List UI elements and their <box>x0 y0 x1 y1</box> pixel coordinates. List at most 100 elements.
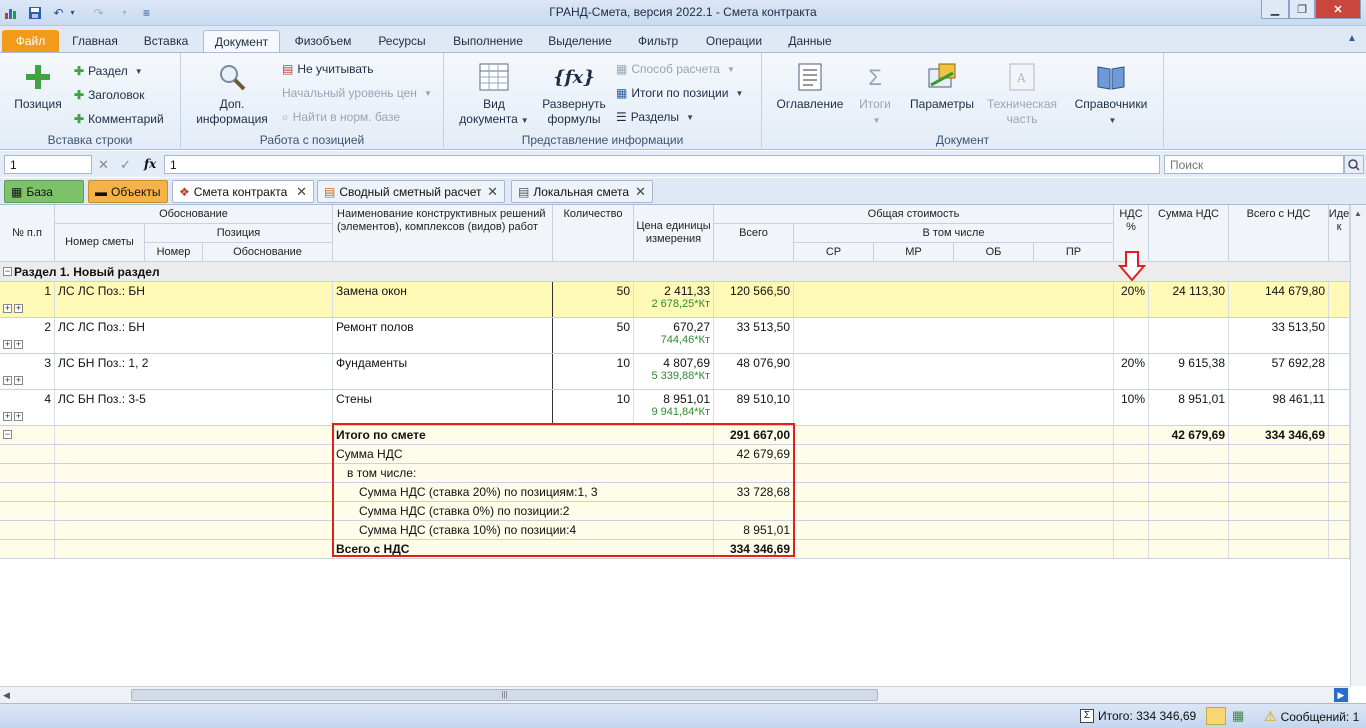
close-tab-icon[interactable]: ✕ <box>296 184 307 200</box>
cell-vat_sum[interactable]: 24 113,30 <box>1149 282 1229 317</box>
expand-icon[interactable]: + <box>14 412 23 421</box>
col-num-header[interactable]: № п.п <box>0 205 55 262</box>
cell-total[interactable]: 120 566,50 <box>714 282 794 317</box>
cell-empty[interactable] <box>1329 390 1350 425</box>
close-tab-icon[interactable]: ✕ <box>487 184 498 200</box>
cell-est[interactable]: ЛС БН Поз.: 1, 2 <box>55 354 333 389</box>
sections-button[interactable]: ☰ Разделы ▼ <box>616 107 694 127</box>
scroll-thumb[interactable]: ||| <box>131 689 878 701</box>
tab-insert[interactable]: Вставка <box>134 30 198 52</box>
tab-objects[interactable]: ▬ Объекты <box>88 180 168 203</box>
cell-name[interactable]: Стены <box>333 390 553 425</box>
cell-price[interactable]: 670,27 744,46*Кт <box>634 318 714 353</box>
expand-icon[interactable]: + <box>14 304 23 313</box>
scroll-left-icon[interactable]: ◀ <box>3 690 10 701</box>
ignore-button[interactable]: ▤ Не учитывать <box>282 59 374 79</box>
col-vat-sum-header[interactable]: Сумма НДС <box>1149 205 1229 262</box>
summary-row[interactable]: Всего с НДС 334 346,69 <box>0 540 1350 559</box>
col-total-cost-header[interactable]: Общая стоимость <box>714 205 1114 224</box>
col-total-header[interactable]: Всего <box>714 224 794 262</box>
view-document-button[interactable]: Вид документа ▼ <box>454 61 534 128</box>
cell-total[interactable]: 89 510,10 <box>714 390 794 425</box>
cell-reference-input[interactable]: 1 <box>4 155 92 174</box>
summary-row[interactable]: Сумма НДС (ставка 0%) по позиции:2 <box>0 502 1350 521</box>
tab-local-estimate[interactable]: ▤ Локальная смета ✕ <box>511 180 653 203</box>
summary-row[interactable]: в том числе: <box>0 464 1350 483</box>
tab-resources[interactable]: Ресурсы <box>367 30 437 52</box>
cell-vat[interactable]: 20% <box>1114 282 1149 317</box>
cell-qty[interactable]: 10 <box>553 354 634 389</box>
col-position-header[interactable]: Позиция <box>145 224 333 243</box>
formula-input[interactable]: 1 <box>164 155 1160 174</box>
cell-qty[interactable]: 50 <box>553 318 634 353</box>
insert-section-button[interactable]: ✚ Раздел ▼ <box>74 61 143 81</box>
tab-physical-volume[interactable]: Физобъем <box>286 30 360 52</box>
tab-home[interactable]: Главная <box>64 30 126 52</box>
expand-formulas-button[interactable]: {fx} Развернуть формулы <box>538 61 610 127</box>
cell-empty[interactable] <box>1329 354 1350 389</box>
tab-contract-estimate[interactable]: ❖ Смета контракта ✕ <box>172 180 314 203</box>
vertical-scrollbar[interactable]: ▲ <box>1350 205 1366 686</box>
page-view-icon[interactable] <box>1206 707 1226 725</box>
close-tab-icon[interactable]: ✕ <box>635 184 646 200</box>
cell-name[interactable]: Замена окон <box>333 282 553 317</box>
cell-name[interactable]: Ремонт полов <box>333 318 553 353</box>
confirm-icon[interactable]: ✓ <box>120 157 131 173</box>
summary-row[interactable]: Итого по смете 291 667,00 42 679,69 334 346… <box>0 426 1350 445</box>
close-button[interactable]: ✕ <box>1315 0 1361 19</box>
col-pos-num-header[interactable]: Номер <box>145 243 203 262</box>
table-row[interactable]: 4 ЛС БН Поз.: 3-5 Стены 10 8 951,01 9 941,84*… <box>0 390 1350 426</box>
col-name-header[interactable]: Наименование конструктивных решений (эле… <box>333 205 553 262</box>
tech-part-button[interactable]: A Техническая часть <box>984 61 1060 127</box>
cell-empty[interactable] <box>794 318 1114 353</box>
cell-vat_sum[interactable] <box>1149 318 1229 353</box>
find-in-norm-base-button[interactable]: ⌕ Найти в норм. базе <box>282 107 400 127</box>
cell-total[interactable]: 48 076,90 <box>714 354 794 389</box>
tab-selection[interactable]: Выделение <box>540 30 620 52</box>
totals-button[interactable]: Σ Итоги ▼ <box>852 61 898 128</box>
tab-base[interactable]: ▦ База <box>4 180 84 203</box>
cell-vat[interactable]: 20% <box>1114 354 1149 389</box>
col-price-header[interactable]: Цена единицы измерения <box>634 205 714 262</box>
totals-by-position-button[interactable]: ▦ Итоги по позиции ▼ <box>616 83 743 103</box>
collapse-ribbon-icon[interactable]: ▲ <box>1347 33 1357 44</box>
collapse-icon[interactable]: − <box>3 430 12 439</box>
search-input[interactable] <box>1164 155 1344 174</box>
start-price-level-button[interactable]: Начальный уровень цен ▼ <box>282 83 432 103</box>
excel-icon[interactable]: ▦ <box>1232 708 1244 724</box>
insert-header-button[interactable]: ✚ Заголовок <box>74 85 144 105</box>
summary-row[interactable]: Сумма НДС (ставка 20%) по позициям:1, 33… <box>0 483 1350 502</box>
expand-icon[interactable]: + <box>14 340 23 349</box>
col-est-num-header[interactable]: Номер сметы <box>55 224 145 262</box>
cell-total[interactable]: 33 513,50 <box>714 318 794 353</box>
col-incl-header[interactable]: В том числе <box>794 224 1114 243</box>
additional-info-button[interactable]: Доп. информация <box>193 61 271 127</box>
cell-empty[interactable] <box>794 282 1114 317</box>
table-row[interactable]: 3 ЛС БН Поз.: 1, 2 Фундаменты 10 4 807,69 5 3… <box>0 354 1350 390</box>
cell-total_vat[interactable]: 144 679,80 <box>1229 282 1329 317</box>
cell-price[interactable]: 2 411,33 2 678,25*Кт <box>634 282 714 317</box>
expand-icon[interactable]: + <box>14 376 23 385</box>
col-mr-header[interactable]: МР <box>874 243 954 262</box>
cell-empty[interactable] <box>794 354 1114 389</box>
cell-empty[interactable] <box>794 390 1114 425</box>
tab-summary-calc[interactable]: ▤ Сводный сметный расчет ✕ <box>317 180 505 203</box>
col-sr-header[interactable]: СР <box>794 243 874 262</box>
insert-position-button[interactable]: Позиция <box>8 61 68 112</box>
expand-icon[interactable]: + <box>3 340 12 349</box>
cell-empty[interactable] <box>1329 318 1350 353</box>
table-row[interactable]: 1 ЛС ЛС Поз.: БН Замена окон 50 2 411,33 2 67… <box>0 282 1350 318</box>
cell-qty[interactable]: 10 <box>553 390 634 425</box>
tab-document[interactable]: Документ <box>203 30 280 52</box>
col-basis-header[interactable]: Обоснование <box>55 205 333 224</box>
expand-icon[interactable]: + <box>3 412 12 421</box>
cell-empty[interactable] <box>1329 282 1350 317</box>
minimize-button[interactable]: ▁ <box>1261 0 1289 19</box>
expand-icon[interactable]: + <box>3 304 12 313</box>
maximize-button[interactable]: ❐ <box>1289 0 1315 19</box>
search-icon[interactable] <box>1344 155 1364 174</box>
calc-method-button[interactable]: ▦ Способ расчета ▼ <box>616 59 735 79</box>
fx-icon[interactable]: fx <box>144 157 156 171</box>
col-id-header[interactable]: Иде к <box>1329 205 1350 262</box>
col-ob-header[interactable]: ОБ <box>954 243 1034 262</box>
